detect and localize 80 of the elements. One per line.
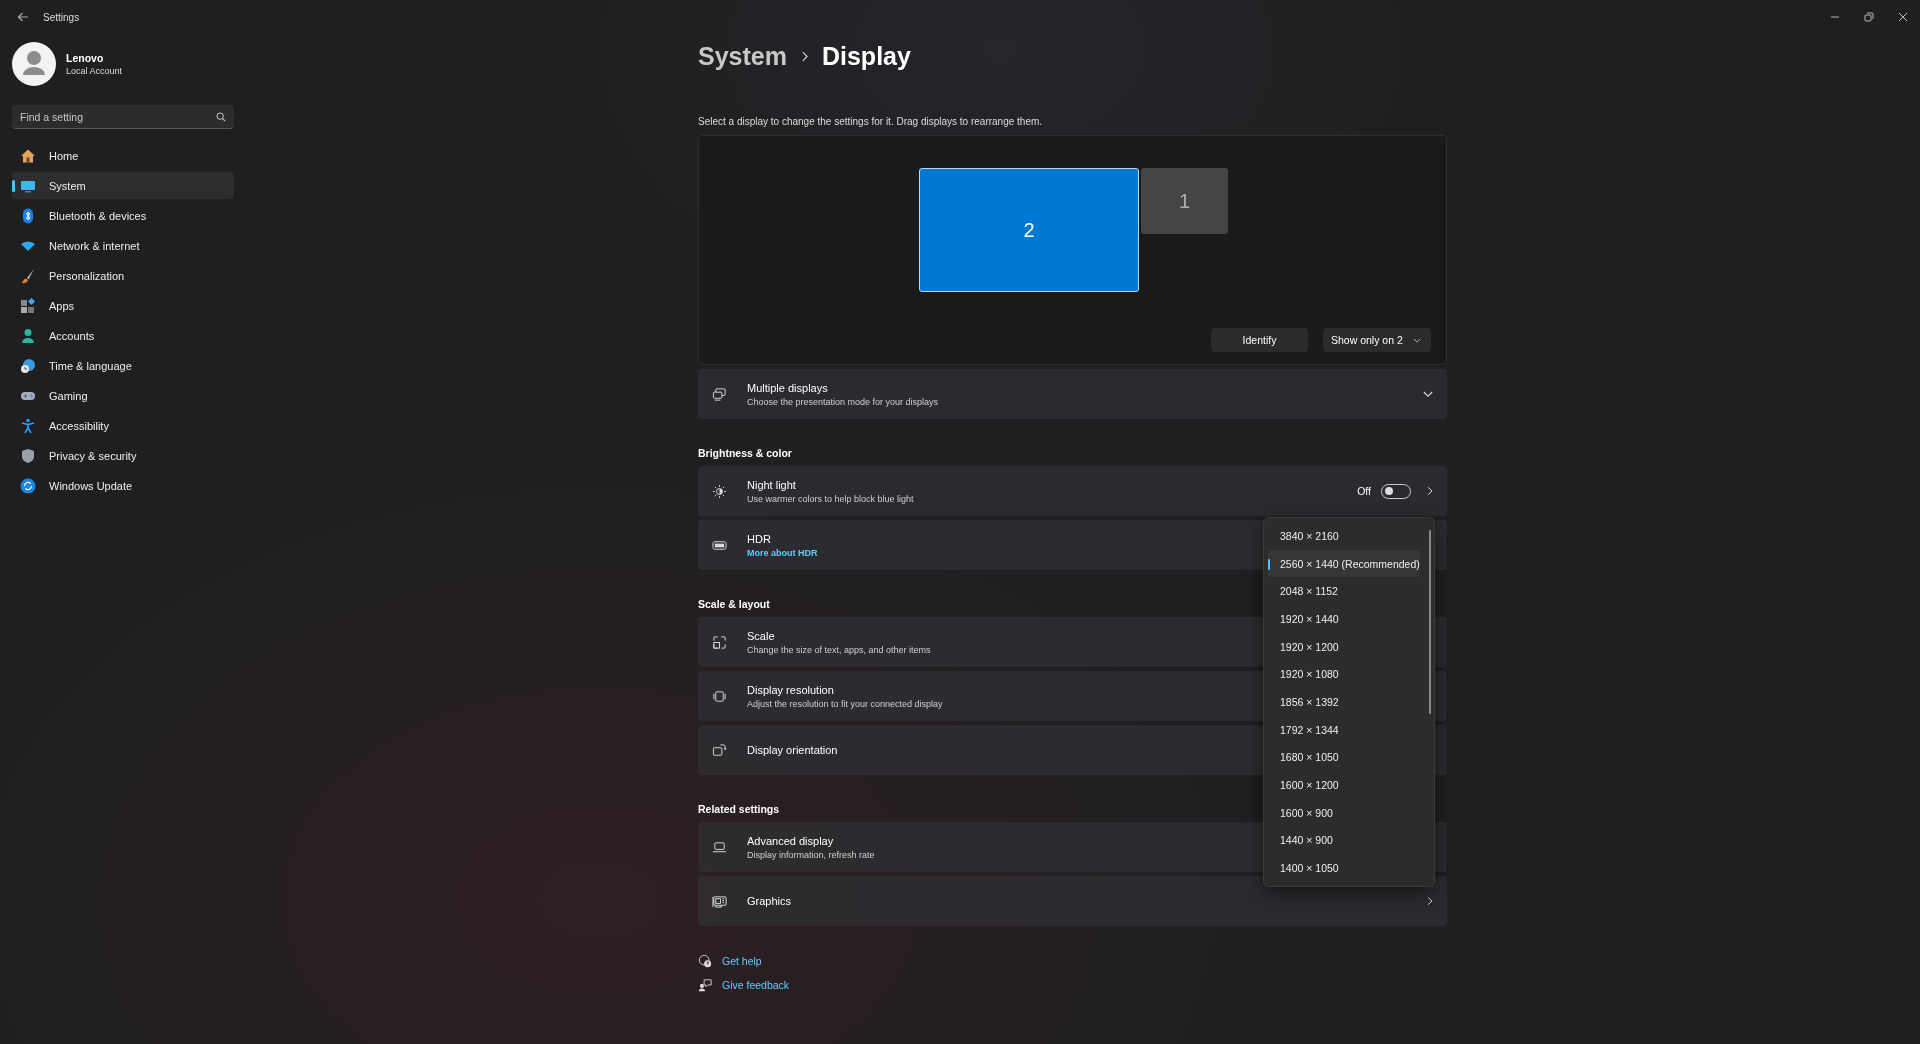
bluetooth-icon [20,207,36,224]
row-title: Display orientation [747,744,838,756]
section-heading: Brightness & color [698,447,792,459]
resolution-option[interactable]: 2048 × 1152 [1268,577,1420,606]
breadcrumb-parent[interactable]: System [698,41,787,71]
section-heading: Related settings [698,803,780,815]
help-link[interactable]: Give feedback [722,979,790,991]
sun-icon [712,483,727,499]
update-icon [20,477,36,494]
row-subtitle: Display information, refresh rate [747,849,875,860]
row-title: HDR [747,532,771,545]
displays-icon [712,386,727,402]
page-title: Display [821,41,911,71]
section-heading: Scale & layout [698,598,770,610]
row-title: Multiple displays [747,381,828,394]
display-tile[interactable]: 1 [1141,168,1228,234]
person-icon [20,327,36,344]
nav-item[interactable]: Privacy & security [12,442,234,469]
avatar-icon [12,42,56,86]
home-icon [20,147,36,164]
resolution-option[interactable]: 2560 × 1440 (Recommended) [1268,549,1420,578]
scale-icon [712,634,727,650]
row-subtitle: Change the size of text, apps, and other items [747,644,931,655]
feedback-icon [698,978,712,992]
row-title: Advanced display [747,834,834,847]
nav-item[interactable]: Accessibility [12,412,234,439]
nav-item[interactable]: Gaming [12,382,234,409]
chevron-right-icon[interactable] [1427,486,1433,496]
close-icon[interactable] [1898,12,1908,22]
help-link[interactable]: Get help [722,955,762,967]
nav-item[interactable]: Bluetooth & devices [12,202,234,229]
nav-item[interactable]: Accounts [12,322,234,349]
shield-icon [20,447,36,464]
caret-icon [1412,337,1421,343]
row-subtitle: Adjust the resolution to fit your connected display [747,698,943,709]
row-title: Graphics [747,895,792,907]
restore-icon[interactable] [1864,12,1874,22]
back-arrow-icon[interactable] [17,11,29,23]
display-tile[interactable]: 2 [919,168,1139,292]
nav-item[interactable]: System [12,172,234,199]
laptop-icon [712,839,727,855]
toggle-state-label: Off [1357,485,1371,497]
nav-item[interactable]: Time & language [12,352,234,379]
account-type: Local Account [66,66,123,76]
search-field[interactable]: Find a setting [12,105,234,129]
access-icon [20,417,36,434]
search-icon[interactable] [216,112,226,122]
nav-item[interactable]: Windows Update [12,472,234,499]
help-icon [698,954,712,968]
nav-item[interactable]: Apps [12,292,234,319]
resolution-option[interactable]: 1440 × 900 [1268,826,1420,855]
orientation-icon [712,742,727,758]
row-subtitle: Use warmer colors to help block blue light [747,493,914,504]
chevron-right-icon[interactable] [1427,896,1433,906]
identify-button[interactable]: Identify [1211,328,1308,352]
resolution-option[interactable]: 1680 × 1050 [1268,743,1420,772]
resolution-option[interactable]: 1856 × 1392 [1268,688,1420,716]
chevron-right-icon [800,50,808,62]
nav-item[interactable]: Personalization [12,262,234,289]
row-title: Scale [747,629,775,642]
scrollbar[interactable] [1429,530,1431,714]
resolution-option[interactable]: 3840 × 2160 [1268,522,1420,550]
setting-row[interactable]: Graphics [698,876,1447,926]
nav-item[interactable]: Home [12,142,234,169]
chevron-down-icon[interactable] [1423,390,1433,398]
resolution-icon [712,688,727,704]
account-name: Lenovo [66,52,105,64]
hdr-link[interactable]: More about HDR [747,547,818,558]
resolution-option[interactable]: 1920 × 1200 [1268,632,1420,661]
row-title: Display resolution [747,683,834,696]
row-title: Night light [747,478,796,491]
instruction-text: Select a display to change the settings for it. Drag displays to rearrange them. [698,116,1044,127]
project-mode-dropdown[interactable]: Show only on 2 [1323,328,1431,352]
multiple-displays-row[interactable]: Multiple displays Choose the presentation mode for your displays [698,369,1447,419]
setting-row[interactable]: Night light Use warmer colors to help block blue light Off [698,466,1447,516]
nav-item[interactable]: Network & internet [12,232,234,259]
apps-icon [20,297,36,314]
window-title: Settings [43,11,80,23]
gpu-icon [712,893,727,909]
row-subtitle: Choose the presentation mode for your displays [747,396,939,407]
